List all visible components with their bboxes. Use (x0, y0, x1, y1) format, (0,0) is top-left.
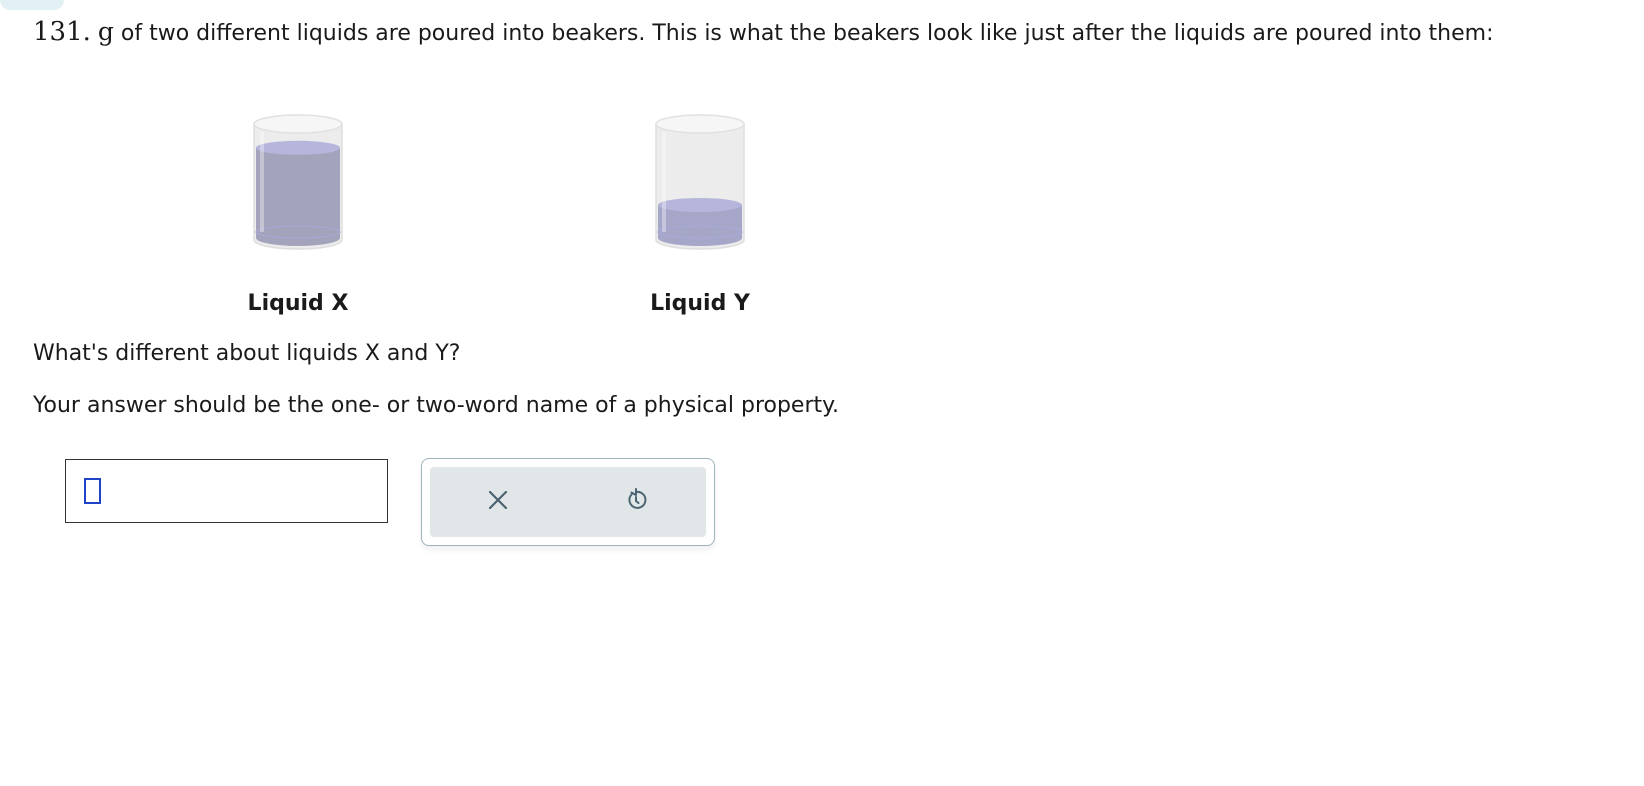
question-intro: 131. g of two different liquids are pour… (33, 17, 1493, 47)
answer-tools-bar (430, 467, 706, 537)
beaker-highlight (260, 132, 264, 232)
liquid-surface (256, 140, 340, 155)
beaker-rim (655, 114, 745, 134)
answer-tools-panel (421, 458, 715, 546)
beaker-rim (253, 114, 343, 134)
liquid-y-label: Liquid Y (650, 291, 750, 316)
beaker-graphic (253, 114, 343, 250)
answer-input[interactable] (65, 459, 388, 523)
beaker-x (250, 112, 346, 252)
question-instruction: Your answer should be the one- or two-wo… (33, 393, 840, 418)
beaker-graphic (655, 114, 745, 250)
close-icon (487, 489, 509, 515)
beaker-y (652, 112, 748, 252)
undo-icon (624, 488, 648, 516)
liquid-surface (658, 198, 742, 212)
corner-tab (0, 0, 64, 10)
beaker-highlight (662, 132, 666, 232)
question-unit: g (97, 17, 114, 46)
undo-button[interactable] (596, 467, 676, 537)
question-prompt: What's different about liquids X and Y? (33, 341, 461, 366)
liquid-x-label: Liquid X (247, 291, 349, 316)
question-number: 131. (33, 17, 91, 47)
question-intro-text: of two different liquids are poured into… (120, 21, 1494, 46)
clear-button[interactable] (458, 467, 538, 537)
beaker-liquid (256, 147, 340, 246)
input-cursor (84, 478, 101, 504)
